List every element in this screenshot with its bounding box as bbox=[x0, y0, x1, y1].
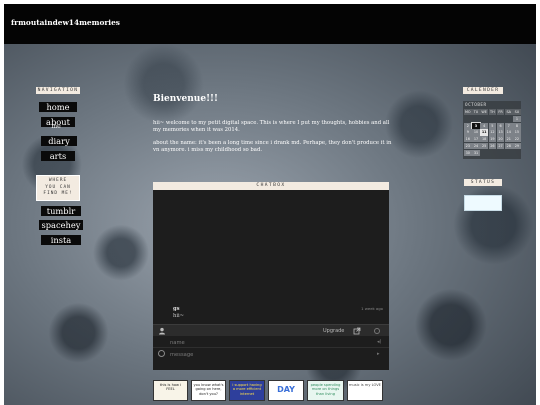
calendar-day[interactable]: 10 bbox=[472, 129, 480, 136]
blinkie-stamp[interactable]: you know what's going on here, don't you… bbox=[191, 380, 226, 401]
nav-link-arts[interactable]: arts bbox=[41, 151, 75, 161]
calendar-day[interactable]: 27 bbox=[496, 142, 505, 150]
chatbox-label: CHATBOX bbox=[153, 182, 389, 190]
social-link-tumblr[interactable]: tumblr bbox=[41, 206, 81, 216]
calendar-widget: OCTOBER MO TU WE TH FR SA SU 1 2 3 4 5 6 7 8 9 10 11 12 13 1… bbox=[463, 101, 521, 159]
calendar-day[interactable]: 8 bbox=[513, 122, 521, 129]
chat-message-time: 1 week ago bbox=[361, 306, 383, 311]
audio-icon[interactable]: ◂) bbox=[377, 339, 381, 345]
calendar-day[interactable]: 31 bbox=[472, 149, 480, 156]
send-icon[interactable]: ▸ bbox=[377, 351, 380, 357]
calendar-weekday: SA bbox=[504, 109, 513, 116]
chat-message-input[interactable] bbox=[167, 349, 367, 360]
blinkie-stamp[interactable]: this is how i FEEL bbox=[153, 380, 188, 401]
chat-name-input[interactable] bbox=[167, 337, 367, 348]
calendar-day[interactable]: 21 bbox=[504, 136, 513, 143]
intro-paragraph: hii~ welcome to my petit digital space. … bbox=[153, 120, 390, 133]
calendar-day[interactable]: 23 bbox=[464, 142, 472, 150]
calendar-day[interactable]: 3 bbox=[471, 121, 481, 130]
calendar-day[interactable]: 13 bbox=[496, 129, 505, 136]
calendar-day[interactable]: 7 bbox=[504, 122, 513, 129]
chat-message-author: gs bbox=[173, 306, 180, 312]
calendar-day[interactable]: 19 bbox=[488, 136, 497, 143]
calendar-day[interactable]: 30 bbox=[464, 149, 472, 156]
calendar-empty-cell bbox=[489, 116, 497, 122]
calendar-empty-cell bbox=[480, 116, 488, 122]
calendar-day[interactable]: 12 bbox=[488, 129, 497, 136]
page-background: frmoutaindew14memories NAVIGATION home a… bbox=[4, 4, 536, 405]
calendar-day[interactable]: 4 bbox=[480, 122, 488, 129]
calendar-empty-cell bbox=[472, 116, 480, 122]
calendar-day[interactable]: 6 bbox=[496, 122, 505, 129]
calendar-day[interactable]: 2 bbox=[464, 122, 472, 129]
calendar-day[interactable]: 26 bbox=[488, 142, 497, 150]
calendar-day[interactable]: 20 bbox=[496, 136, 505, 143]
calendar-grid: MO TU WE TH FR SA SU 1 2 3 4 5 6 7 8 9 10 11 12 13 14 15 16 17 1… bbox=[464, 109, 521, 156]
calendar-day[interactable]: 29 bbox=[513, 142, 521, 150]
calendar-day[interactable]: 9 bbox=[464, 129, 472, 136]
chat-message-row: ▸ bbox=[153, 348, 389, 360]
nav-link-me[interactable]: me bbox=[46, 123, 66, 131]
upgrade-link[interactable]: Upgrade bbox=[323, 328, 344, 334]
nav-link-diary[interactable]: diary bbox=[41, 136, 77, 146]
calendar-empty-cell bbox=[497, 116, 505, 122]
name-paragraph: about the name: it's been a long time si… bbox=[153, 140, 392, 153]
calendar-day[interactable]: 11 bbox=[480, 129, 488, 136]
blinkie-stamp[interactable]: people spending more on things than livi… bbox=[307, 380, 344, 401]
chat-toolbar: Upgrade bbox=[153, 324, 389, 336]
calendar-day[interactable]: 1 bbox=[513, 115, 521, 122]
calendar-day[interactable]: 28 bbox=[504, 142, 513, 150]
calendar-month: OCTOBER bbox=[465, 103, 487, 108]
chat-message-text: hii~ bbox=[173, 313, 185, 319]
chat-name-row: ◂) bbox=[153, 337, 389, 348]
settings-icon[interactable] bbox=[374, 328, 380, 334]
calendar-weekday: MO bbox=[464, 109, 472, 116]
nav-link-home[interactable]: home bbox=[39, 102, 77, 112]
where-you-can-find-me-label: WHERE YOU CAN FIND ME! bbox=[36, 175, 80, 201]
calendar-day[interactable]: 22 bbox=[513, 136, 521, 143]
calendar-day[interactable]: 17 bbox=[472, 136, 480, 143]
calendar-weekday: TU bbox=[472, 109, 480, 116]
social-link-insta[interactable]: insta bbox=[41, 235, 81, 245]
calendar-day[interactable]: 14 bbox=[504, 129, 513, 136]
calendar-day[interactable]: 15 bbox=[513, 129, 521, 136]
top-bar: frmoutaindew14memories bbox=[4, 4, 536, 44]
calendar-day[interactable]: 16 bbox=[464, 136, 472, 143]
calendar-weekday: SU bbox=[513, 109, 521, 116]
page-title: Bienvenue!!! bbox=[153, 94, 218, 104]
site-title[interactable]: frmoutaindew14memories bbox=[11, 18, 120, 27]
status-box bbox=[464, 195, 502, 211]
calendar-weekday: TH bbox=[488, 109, 497, 116]
emoji-icon[interactable] bbox=[158, 350, 165, 357]
navigation-label: NAVIGATION bbox=[36, 87, 80, 94]
status-label: STATUS bbox=[464, 179, 502, 186]
calendar-day[interactable]: 24 bbox=[472, 142, 480, 150]
calendar-empty-cell bbox=[505, 116, 513, 122]
calendar-weekday: WE bbox=[480, 109, 488, 116]
external-link-icon[interactable] bbox=[353, 327, 361, 335]
user-icon[interactable] bbox=[158, 327, 166, 335]
where-label-line-3: FIND ME! bbox=[43, 191, 73, 196]
chatbox: CHATBOX gs hii~ 1 week ago Upgrade ◂) ▸ bbox=[153, 182, 389, 370]
blinkie-stamp[interactable]: music is my LOVE bbox=[347, 380, 383, 401]
blinkie-stamp[interactable]: i support having a more efficient intern… bbox=[229, 380, 265, 401]
calendar-label: CALENDER bbox=[463, 87, 503, 94]
calendar-day[interactable]: 25 bbox=[480, 142, 488, 150]
calendar-day[interactable]: 5 bbox=[488, 122, 497, 129]
social-link-spacehey[interactable]: spacehey bbox=[39, 220, 83, 230]
blinkie-stamp[interactable]: DAY bbox=[268, 380, 304, 401]
calendar-empty-cell bbox=[464, 116, 472, 122]
calendar-weekday: FR bbox=[496, 109, 505, 116]
calendar-day[interactable]: 18 bbox=[480, 136, 488, 143]
